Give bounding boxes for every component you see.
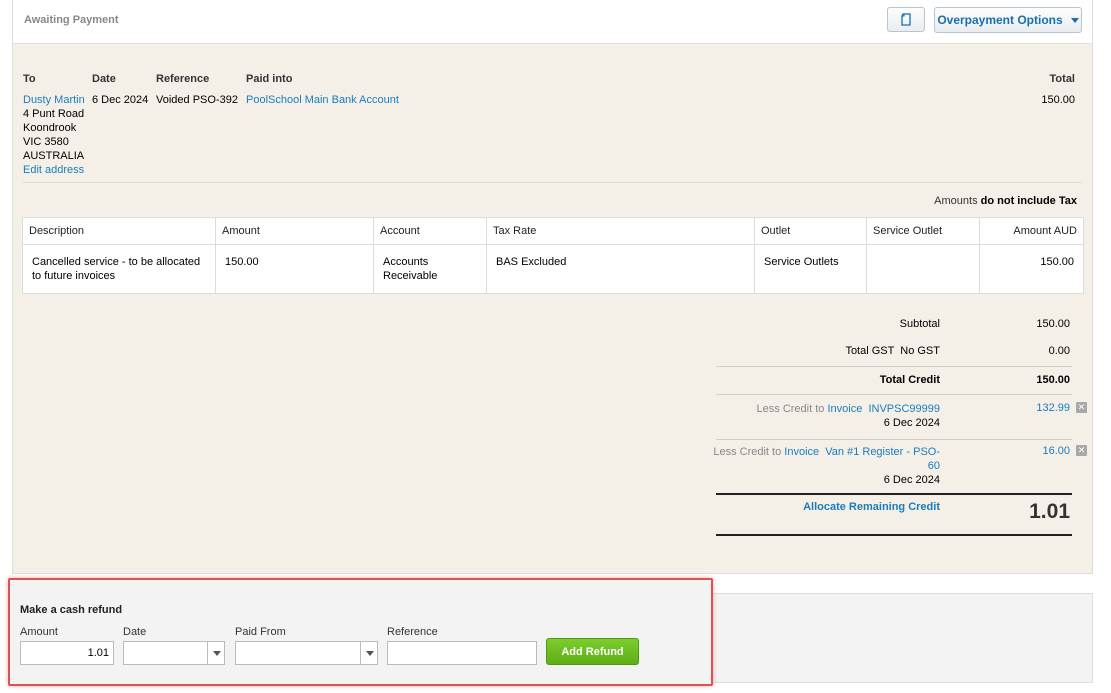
- column-header: Outlet: [754, 217, 867, 245]
- outlet-cell[interactable]: Service Outlets: [754, 244, 867, 294]
- total-value: 150.00: [1041, 94, 1075, 106]
- paid-from-dropdown-toggle[interactable]: [360, 641, 378, 665]
- allocation-invoice-ref-link[interactable]: Van #1 Register - PSO-60: [825, 446, 940, 472]
- edit-address-link[interactable]: Edit address: [23, 164, 84, 176]
- totals-divider: [716, 439, 1072, 440]
- date-dropdown-toggle[interactable]: [207, 641, 225, 665]
- contact-name-link[interactable]: Dusty Martin: [23, 94, 85, 106]
- remaining-credit-value: 1.01: [1029, 500, 1070, 523]
- status-label: Awaiting Payment: [24, 14, 119, 26]
- allocation-item: Less Credit to Invoice INVPSC99999 6 Dec…: [757, 402, 940, 430]
- copy-button[interactable]: [887, 7, 925, 32]
- allocation-amount-link[interactable]: 132.99: [1036, 402, 1070, 414]
- remove-icon[interactable]: ✕: [1076, 445, 1087, 456]
- table-row[interactable]: Cancelled service - to be allocated to f…: [22, 244, 1084, 294]
- address-line: AUSTRALIA: [23, 150, 85, 162]
- overpayment-options-label: Overpayment Options: [937, 13, 1063, 27]
- address-line: VIC 3580: [23, 136, 69, 148]
- account-cell[interactable]: Accounts Receivable: [373, 244, 487, 294]
- tax-rate-cell[interactable]: BAS Excluded: [486, 244, 755, 294]
- allocation-date: 6 Dec 2024: [883, 417, 940, 429]
- amounts-note-value: do not include Tax: [980, 195, 1077, 207]
- address-line: 4 Punt Road: [23, 108, 85, 120]
- column-header: Account: [373, 217, 487, 245]
- total-header: Total: [1049, 73, 1075, 85]
- gst-label: Total GST No GST: [845, 345, 940, 357]
- subtotal-value: 150.00: [1036, 318, 1070, 330]
- paid-into-header: Paid into: [246, 73, 293, 85]
- chevron-down-icon: [365, 650, 374, 656]
- date-value: 6 Dec 2024: [92, 94, 149, 106]
- amount-aud-cell[interactable]: 150.00: [979, 244, 1084, 294]
- reference-label: Reference: [387, 626, 438, 638]
- amounts-tax-note: Amounts do not include Tax: [934, 195, 1077, 207]
- allocation-invoice-link[interactable]: Invoice: [784, 446, 819, 458]
- gst-value: 0.00: [1048, 345, 1070, 357]
- refund-title: Make a cash refund: [20, 604, 123, 616]
- paid-from-label: Paid From: [235, 626, 286, 638]
- to-header: To: [23, 73, 36, 85]
- allocate-remaining-credit-link[interactable]: Allocate Remaining Credit: [803, 501, 940, 513]
- refund-amount-input[interactable]: [20, 641, 114, 665]
- column-header: Amount AUD: [979, 217, 1084, 245]
- totals-divider: [716, 394, 1072, 395]
- date-label: Date: [123, 626, 147, 638]
- reference-header: Reference: [156, 73, 210, 85]
- date-header: Date: [92, 73, 116, 85]
- allocation-prefix: Less Credit to: [713, 446, 782, 458]
- allocation-prefix: Less Credit to: [756, 403, 825, 415]
- allocation-invoice-link[interactable]: Invoice: [827, 403, 862, 415]
- allocation-date: 6 Dec 2024: [883, 474, 940, 486]
- allocation-amount-link[interactable]: 16.00: [1042, 445, 1070, 457]
- overpayment-panel: To Date Reference Paid into Total Dusty …: [12, 44, 1093, 574]
- paid-into-link[interactable]: PoolSchool Main Bank Account: [246, 93, 399, 107]
- paid-from-select[interactable]: [235, 641, 378, 665]
- column-header: Service Outlet: [866, 217, 980, 245]
- cash-refund-form: Make a cash refund Amount Date Paid From…: [8, 578, 713, 686]
- amounts-note-prefix: Amounts: [934, 195, 978, 207]
- totals-divider: [716, 366, 1072, 367]
- totals-divider: [716, 534, 1072, 536]
- top-bar: Awaiting Payment Overpayment Options: [12, 0, 1093, 44]
- contact-block: Dusty Martin 4 Punt Road Koondrook VIC 3…: [23, 93, 85, 177]
- address-line: Koondrook: [23, 122, 77, 134]
- divider: [23, 182, 1082, 183]
- overpayment-options-button[interactable]: Overpayment Options: [934, 7, 1082, 33]
- subtotal-label: Subtotal: [899, 318, 940, 330]
- table-header-row: Description Amount Account Tax Rate Outl…: [22, 217, 1084, 245]
- amount-label: Amount: [20, 626, 58, 638]
- chevron-down-icon: [1070, 17, 1079, 23]
- totals-divider: [716, 493, 1072, 495]
- total-credit-value: 150.00: [1036, 374, 1070, 386]
- column-header: Tax Rate: [486, 217, 755, 245]
- total-credit-label: Total Credit: [879, 374, 940, 386]
- column-header: Description: [22, 217, 216, 245]
- refund-reference-input[interactable]: [387, 641, 537, 665]
- copy-icon: [901, 12, 911, 26]
- amount-cell[interactable]: 150.00: [215, 244, 374, 294]
- column-header: Amount: [215, 217, 374, 245]
- allocation-invoice-ref-link[interactable]: INVPSC99999: [868, 403, 940, 415]
- add-refund-button[interactable]: Add Refund: [546, 638, 639, 665]
- reference-value: Voided PSO-392: [156, 94, 238, 106]
- description-cell[interactable]: Cancelled service - to be allocated to f…: [22, 244, 216, 294]
- chevron-down-icon: [212, 650, 221, 656]
- service-outlet-cell[interactable]: [866, 244, 980, 294]
- allocation-item: Less Credit to Invoice Van #1 Register -…: [712, 445, 940, 487]
- remove-icon[interactable]: ✕: [1076, 402, 1087, 413]
- line-items-table: Description Amount Account Tax Rate Outl…: [22, 217, 1084, 294]
